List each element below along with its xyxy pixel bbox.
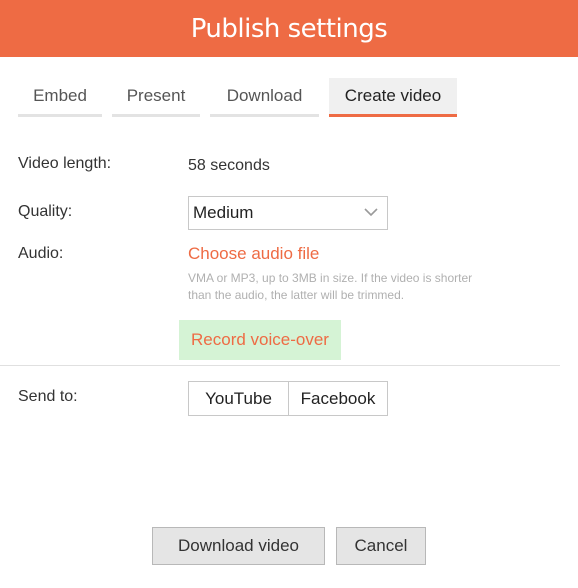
- tab-embed[interactable]: Embed: [18, 78, 102, 117]
- quality-select[interactable]: Medium: [188, 196, 388, 230]
- choose-audio-file-link[interactable]: Choose audio file: [188, 244, 319, 264]
- cancel-button[interactable]: Cancel: [336, 527, 426, 565]
- send-to-buttons: YouTube Facebook: [188, 381, 388, 416]
- send-to-label: Send to:: [18, 388, 78, 405]
- dialog-title: Publish settings: [190, 13, 388, 44]
- tab-create-video[interactable]: Create video: [329, 78, 457, 117]
- tab-download[interactable]: Download: [210, 78, 319, 117]
- video-length-value: 58 seconds: [188, 157, 270, 174]
- quality-selected-value: Medium: [193, 203, 254, 222]
- dialog-header: Publish settings: [0, 0, 578, 57]
- video-length-label: Video length:: [18, 155, 112, 172]
- audio-label: Audio:: [18, 245, 64, 262]
- tab-present[interactable]: Present: [112, 78, 200, 117]
- facebook-button[interactable]: Facebook: [289, 382, 387, 415]
- section-divider: [0, 365, 560, 366]
- download-video-button[interactable]: Download video: [152, 527, 325, 565]
- audio-hint-text: VMA or MP3, up to 3MB in size. If the vi…: [188, 271, 473, 302]
- record-voice-over-button[interactable]: Record voice-over: [179, 320, 341, 360]
- youtube-button[interactable]: YouTube: [189, 382, 289, 415]
- quality-label: Quality:: [18, 203, 73, 220]
- chevron-down-icon: [364, 208, 378, 217]
